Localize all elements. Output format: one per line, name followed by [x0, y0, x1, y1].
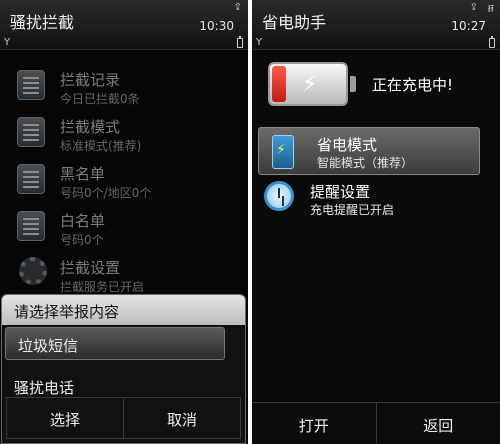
signal-icon: Y: [4, 37, 11, 48]
left-clock: 10:30: [199, 19, 234, 33]
right-title-bar: 省电助手 10:27 ⇪ ⭿ Y: [252, 0, 500, 50]
item-title: 提醒设置: [310, 183, 371, 201]
usb-icon: ⇪: [233, 2, 242, 13]
battery-status-icon: [237, 36, 243, 48]
open-softkey[interactable]: 打开: [252, 403, 376, 444]
power-saving-battery-icon: [272, 135, 294, 169]
cancel-button[interactable]: 取消: [123, 398, 240, 438]
left-app-title: 骚扰拦截: [10, 13, 75, 32]
popup-heading: 请选择举报内容: [2, 295, 245, 325]
battery-icon: ⚡: [268, 62, 348, 106]
signal-icon: Y: [256, 37, 263, 48]
charging-bolt-icon: ⚡: [302, 72, 318, 97]
battery-status-icon: [489, 36, 495, 48]
list-item-reminder-settings[interactable]: 提醒设置 充电提醒已开启: [252, 175, 500, 223]
right-app-title: 省电助手: [262, 13, 327, 32]
charging-indicator-icon: ⇪: [469, 2, 478, 13]
alarm-clock-icon: [264, 181, 294, 211]
item-title: 省电模式: [317, 136, 378, 154]
right-phone-screen: 省电助手 10:27 ⇪ ⭿ Y ⚡ 正在充电中! 省电模式 智能模式（推荐） …: [252, 0, 500, 444]
popup-option-spam-sms[interactable]: 垃圾短信: [5, 327, 225, 360]
left-title-bar: 骚扰拦截 10:30 ⇪ Y: [0, 0, 248, 50]
list-item-power-saving-mode[interactable]: 省电模式 智能模式（推荐）: [258, 127, 480, 175]
report-content-popup: 请选择举报内容 垃圾短信 骚扰电话 选择 取消: [1, 294, 246, 444]
charging-status-text: 正在充电中!: [372, 76, 454, 94]
battery-terminal: [350, 76, 356, 92]
left-phone-screen: 骚扰拦截 10:30 ⇪ Y 拦截记录 今日已拦截0条 拦截模式 标准模式(推荐…: [0, 0, 248, 444]
softkey-bar: 打开 返回: [252, 402, 500, 444]
item-subtitle: 智能模式（推荐）: [317, 156, 414, 170]
select-button[interactable]: 选择: [7, 398, 123, 438]
popup-button-bar: 选择 取消: [6, 397, 241, 439]
back-softkey[interactable]: 返回: [375, 403, 500, 444]
charging-status: ⚡ 正在充电中!: [252, 62, 500, 110]
usb-icon: ⭿: [487, 4, 494, 15]
right-clock: 10:27: [451, 19, 486, 33]
battery-level-fill: [272, 66, 286, 102]
item-subtitle: 充电提醒已开启: [310, 203, 395, 217]
